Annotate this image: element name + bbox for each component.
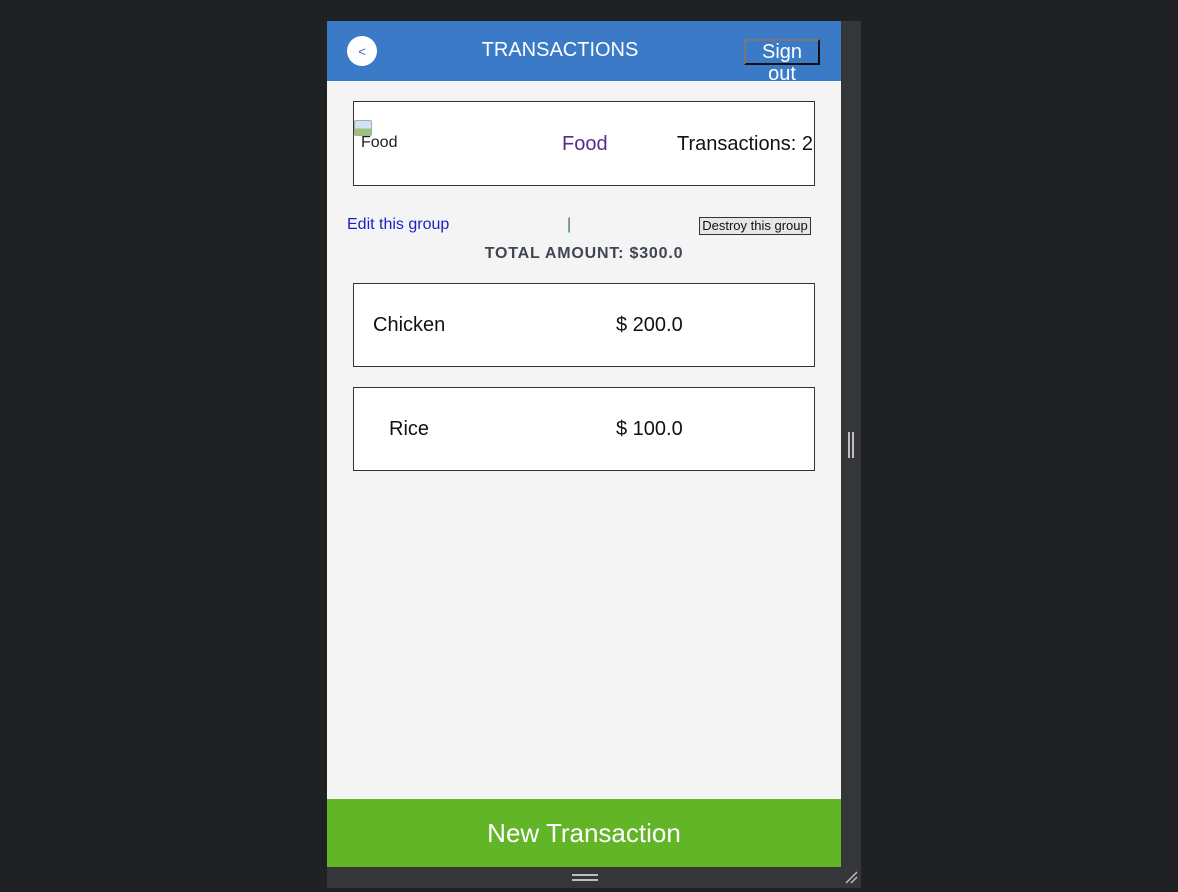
page-title: TRANSACTIONS	[481, 39, 639, 61]
group-name: Food	[562, 133, 608, 155]
transaction-amount: $ 100.0	[616, 418, 683, 440]
app-viewport: < TRANSACTIONS Sign out Food Food Transa…	[327, 21, 841, 867]
app-header: < TRANSACTIONS Sign out	[327, 21, 841, 85]
total-amount: TOTAL AMOUNT: $300.0	[484, 245, 684, 262]
new-transaction-button[interactable]: New Transaction	[327, 799, 841, 867]
transaction-card[interactable]: Chicken $ 200.0	[353, 283, 815, 367]
transactions-count: Transactions: 2	[677, 133, 813, 155]
group-image: Food	[354, 120, 397, 151]
destroy-group-button[interactable]: Destroy this group	[699, 217, 811, 235]
transaction-card[interactable]: Rice $ 100.0	[353, 387, 815, 471]
action-separator: |	[567, 216, 572, 233]
resize-grip-icon[interactable]	[844, 870, 858, 884]
horizontal-resize-handle[interactable]	[572, 874, 598, 881]
sign-out-button[interactable]: Sign out	[744, 39, 820, 85]
transaction-amount: $ 200.0	[616, 314, 683, 336]
group-card: Food Food Transactions: 2	[353, 101, 815, 186]
vertical-resize-handle[interactable]	[848, 432, 854, 458]
group-image-alt: Food	[361, 134, 398, 151]
edit-group-link[interactable]: Edit this group	[347, 216, 449, 234]
transaction-name: Chicken	[373, 314, 446, 336]
transaction-name: Rice	[389, 418, 430, 440]
